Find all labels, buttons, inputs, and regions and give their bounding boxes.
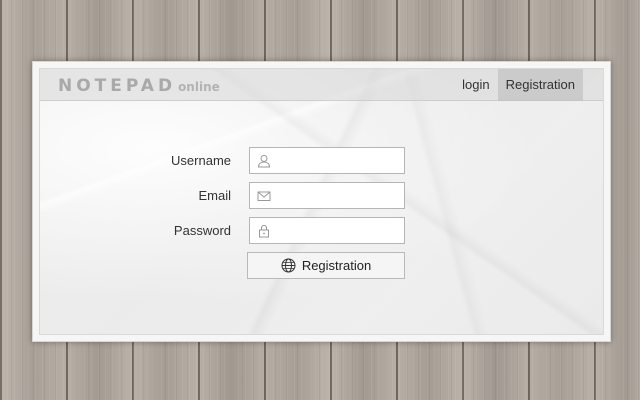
registration-form: Username Email Password Registration [40, 69, 603, 334]
user-icon [257, 154, 271, 168]
paper-area: NOTEPAD online login Registration Userna… [39, 68, 604, 335]
password-row: Password [40, 217, 603, 244]
email-label: Email [198, 188, 231, 203]
registration-submit-label: Registration [301, 258, 372, 273]
username-input[interactable] [271, 148, 453, 173]
email-row: Email [40, 182, 603, 209]
password-field[interactable] [249, 217, 453, 244]
notepad-panel: NOTEPAD online login Registration Userna… [32, 61, 611, 342]
username-field[interactable] [249, 147, 453, 174]
lock-icon [257, 224, 271, 238]
email-field[interactable] [249, 182, 453, 209]
envelope-icon [257, 189, 271, 203]
email-input[interactable] [271, 183, 453, 208]
password-label: Password [173, 223, 231, 238]
password-input[interactable] [271, 218, 453, 243]
username-label: Username [171, 153, 231, 168]
registration-submit-button[interactable]: Registration [247, 252, 405, 279]
globe-icon [281, 258, 296, 273]
username-row: Username [40, 147, 603, 174]
